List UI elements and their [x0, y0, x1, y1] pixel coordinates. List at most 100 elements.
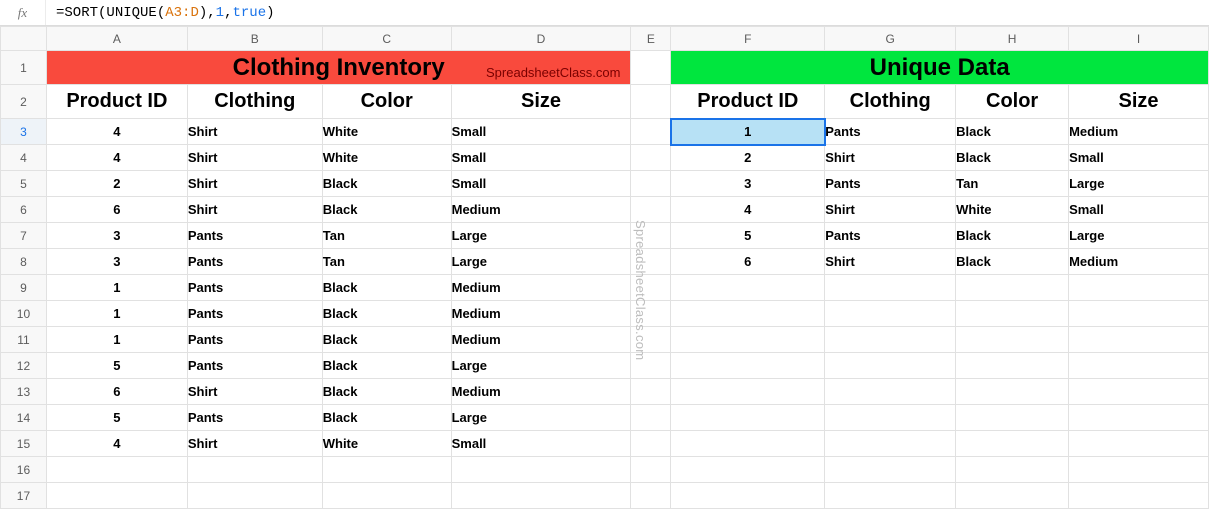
row-header-13[interactable]: 13	[1, 379, 47, 405]
cell-B7[interactable]: Pants	[187, 223, 322, 249]
cell-H9[interactable]	[956, 275, 1069, 301]
cell-G3[interactable]: Pants	[825, 119, 956, 145]
cell-B3[interactable]: Shirt	[187, 119, 322, 145]
cell-H3[interactable]: Black	[956, 119, 1069, 145]
cell-E10[interactable]	[631, 301, 671, 327]
cell-D15[interactable]: Small	[451, 431, 631, 457]
cell-A7[interactable]: 3	[46, 223, 187, 249]
cell-G5[interactable]: Pants	[825, 171, 956, 197]
cell-G14[interactable]	[825, 405, 956, 431]
cell-E3[interactable]	[631, 119, 671, 145]
cell-F5[interactable]: 3	[671, 171, 825, 197]
cell-E13[interactable]	[631, 379, 671, 405]
cell-E8[interactable]	[631, 249, 671, 275]
cell-G11[interactable]	[825, 327, 956, 353]
col-header-H[interactable]: H	[956, 27, 1069, 51]
cell-I17[interactable]	[1069, 483, 1209, 509]
cell-C17[interactable]	[322, 483, 451, 509]
cell-C3[interactable]: White	[322, 119, 451, 145]
cell-A3[interactable]: 4	[46, 119, 187, 145]
cell-F13[interactable]	[671, 379, 825, 405]
cell-C10[interactable]: Black	[322, 301, 451, 327]
hdr-right-product-id[interactable]: Product ID	[671, 85, 825, 119]
cell-E17[interactable]	[631, 483, 671, 509]
cell-D16[interactable]	[451, 457, 631, 483]
cell-G17[interactable]	[825, 483, 956, 509]
cell-A11[interactable]: 1	[46, 327, 187, 353]
cell-G8[interactable]: Shirt	[825, 249, 956, 275]
cell-I10[interactable]	[1069, 301, 1209, 327]
cell-D6[interactable]: Medium	[451, 197, 631, 223]
cell-D17[interactable]	[451, 483, 631, 509]
cell-I16[interactable]	[1069, 457, 1209, 483]
cell-B6[interactable]: Shirt	[187, 197, 322, 223]
cell-F16[interactable]	[671, 457, 825, 483]
cell-C7[interactable]: Tan	[322, 223, 451, 249]
cell-G4[interactable]: Shirt	[825, 145, 956, 171]
cell-D14[interactable]: Large	[451, 405, 631, 431]
cell-G13[interactable]	[825, 379, 956, 405]
cell-I13[interactable]	[1069, 379, 1209, 405]
cell-I4[interactable]: Small	[1069, 145, 1209, 171]
cell-I9[interactable]	[1069, 275, 1209, 301]
cell-D13[interactable]: Medium	[451, 379, 631, 405]
cell-B12[interactable]: Pants	[187, 353, 322, 379]
col-header-C[interactable]: C	[322, 27, 451, 51]
cell-H5[interactable]: Tan	[956, 171, 1069, 197]
cell-E7[interactable]	[631, 223, 671, 249]
cell-I11[interactable]	[1069, 327, 1209, 353]
cell-I14[interactable]	[1069, 405, 1209, 431]
cell-A14[interactable]: 5	[46, 405, 187, 431]
cell-B10[interactable]: Pants	[187, 301, 322, 327]
cell-D3[interactable]: Small	[451, 119, 631, 145]
cell-G16[interactable]	[825, 457, 956, 483]
banner-unique-data[interactable]: Unique Data	[671, 51, 1209, 85]
cell-H6[interactable]: White	[956, 197, 1069, 223]
cell-F7[interactable]: 5	[671, 223, 825, 249]
row-header-2[interactable]: 2	[1, 85, 47, 119]
cell-F17[interactable]	[671, 483, 825, 509]
cell-E14[interactable]	[631, 405, 671, 431]
cell-H12[interactable]	[956, 353, 1069, 379]
cell-A8[interactable]: 3	[46, 249, 187, 275]
cell-C8[interactable]: Tan	[322, 249, 451, 275]
cell-B13[interactable]: Shirt	[187, 379, 322, 405]
cell-H11[interactable]	[956, 327, 1069, 353]
row-header-1[interactable]: 1	[1, 51, 47, 85]
cell-C5[interactable]: Black	[322, 171, 451, 197]
cell-H7[interactable]: Black	[956, 223, 1069, 249]
row-header-11[interactable]: 11	[1, 327, 47, 353]
cell-I15[interactable]	[1069, 431, 1209, 457]
col-header-A[interactable]: A	[46, 27, 187, 51]
cell-F6[interactable]: 4	[671, 197, 825, 223]
cell-I6[interactable]: Small	[1069, 197, 1209, 223]
cell-G15[interactable]	[825, 431, 956, 457]
cell-C15[interactable]: White	[322, 431, 451, 457]
cell-E2[interactable]	[631, 85, 671, 119]
row-header-8[interactable]: 8	[1, 249, 47, 275]
cell-A13[interactable]: 6	[46, 379, 187, 405]
cell-E1[interactable]	[631, 51, 671, 85]
row-header-6[interactable]: 6	[1, 197, 47, 223]
cell-D5[interactable]: Small	[451, 171, 631, 197]
row-header-5[interactable]: 5	[1, 171, 47, 197]
cell-B4[interactable]: Shirt	[187, 145, 322, 171]
cell-A10[interactable]: 1	[46, 301, 187, 327]
cell-E16[interactable]	[631, 457, 671, 483]
cell-E9[interactable]	[631, 275, 671, 301]
col-header-B[interactable]: B	[187, 27, 322, 51]
cell-B9[interactable]: Pants	[187, 275, 322, 301]
cell-A9[interactable]: 1	[46, 275, 187, 301]
cell-D12[interactable]: Large	[451, 353, 631, 379]
cell-H4[interactable]: Black	[956, 145, 1069, 171]
cell-C6[interactable]: Black	[322, 197, 451, 223]
col-header-D[interactable]: D	[451, 27, 631, 51]
row-header-15[interactable]: 15	[1, 431, 47, 457]
cell-G9[interactable]	[825, 275, 956, 301]
hdr-right-size[interactable]: Size	[1069, 85, 1209, 119]
cell-H15[interactable]	[956, 431, 1069, 457]
col-header-E[interactable]: E	[631, 27, 671, 51]
cell-H14[interactable]	[956, 405, 1069, 431]
cell-B8[interactable]: Pants	[187, 249, 322, 275]
cell-F9[interactable]	[671, 275, 825, 301]
